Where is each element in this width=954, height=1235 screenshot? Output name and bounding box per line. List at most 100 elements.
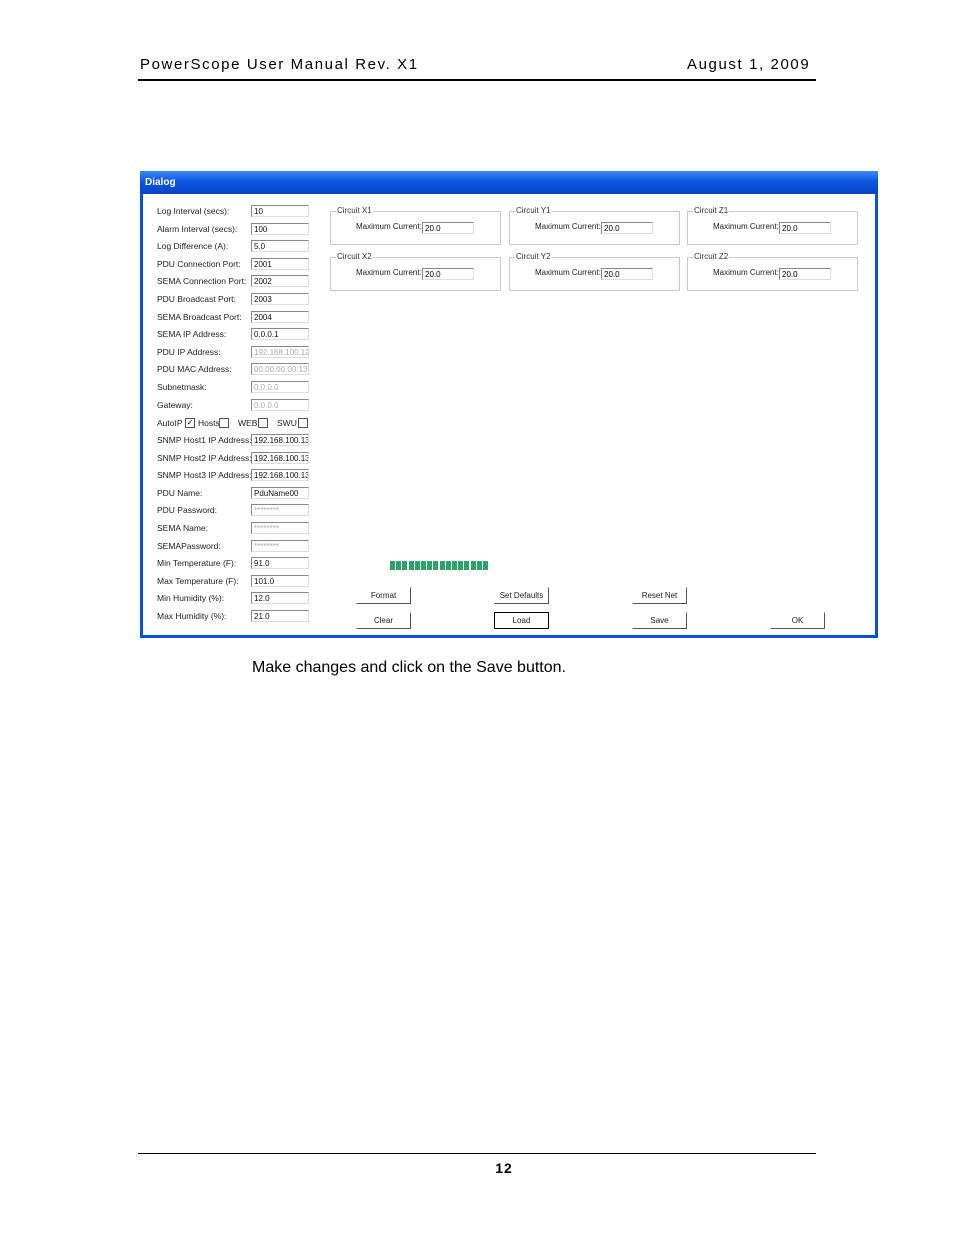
field-label: PDU Broadcast Port: [157, 294, 236, 304]
circuit-z2-title: Circuit Z2 [693, 252, 730, 261]
circuit-y1-title: Circuit Y1 [515, 206, 552, 215]
circuit-x2-title: Circuit X2 [336, 252, 373, 261]
hosts-checkbox[interactable] [219, 418, 229, 428]
swu-checkbox[interactable] [298, 418, 308, 428]
circuit-y2-title: Circuit Y2 [515, 252, 552, 261]
field-input[interactable]: 2003 [251, 293, 309, 305]
progress-block [458, 561, 464, 570]
reset-net-button[interactable]: Reset Net [632, 587, 687, 604]
circuit-x1-max-current-label: Maximum Current: [356, 222, 422, 231]
field-input[interactable]: 0.0.0.1 [251, 328, 309, 341]
field-input[interactable]: 2001 [251, 257, 309, 270]
field-label: SEMA IP Address: [157, 329, 227, 340]
field-label: PDU IP Address: [157, 346, 221, 357]
field-input[interactable]: 91.0 [251, 557, 309, 570]
progress-block [427, 561, 433, 570]
field-input[interactable]: 21.0 [251, 610, 309, 622]
progress-block [414, 561, 420, 570]
swu-label: SWU [277, 418, 297, 428]
progress-block [396, 561, 402, 570]
field-label: Log Interval (secs): [157, 206, 230, 216]
progress-block [452, 561, 457, 570]
circuit-y1-max-current-label: Maximum Current: [535, 222, 601, 231]
field-input[interactable]: 2002 [251, 275, 309, 288]
field-input[interactable]: 192.168.100.13 [251, 434, 309, 446]
circuit-x1-max-current-field[interactable]: 20.0 [422, 222, 474, 234]
header-title: PowerScope User Manual Rev. X1 [140, 56, 419, 73]
load-button[interactable]: Load [494, 612, 549, 629]
footer-rule [138, 1153, 816, 1154]
ok-button[interactable]: OK [770, 612, 825, 629]
set-defaults-button[interactable]: Set Defaults [494, 587, 549, 604]
progress-block [470, 561, 476, 570]
field-input[interactable]: 0.0.0.0 [251, 398, 309, 411]
field-label: PDU Connection Port: [157, 258, 241, 269]
circuit-x2-max-current-field[interactable]: 20.0 [422, 268, 474, 280]
field-label: SNMP Host3 IP Address: [157, 470, 252, 481]
progress-block [402, 561, 408, 570]
circuit-y2-max-current-label: Maximum Current: [535, 268, 601, 277]
field-label: Log Difference (A): [157, 241, 229, 252]
hosts-label: Hosts [198, 418, 220, 428]
field-input[interactable]: 12.0 [251, 592, 309, 605]
field-label: Max Humidity (%): [157, 611, 227, 621]
field-input[interactable]: ******** [251, 522, 309, 534]
field-input[interactable]: 101.0 [251, 574, 309, 587]
field-label: Subnetmask: [157, 382, 207, 392]
header-date: August 1, 2009 [687, 56, 811, 73]
field-label: SEMAPassword: [157, 540, 221, 551]
field-input[interactable]: 2004 [251, 310, 309, 323]
progress-block [421, 561, 426, 570]
progress-block [464, 561, 470, 570]
field-label: SNMP Host1 IP Address: [157, 435, 252, 445]
circuit-z2-max-current-label: Maximum Current: [713, 268, 779, 277]
field-input[interactable]: PduName00 [251, 486, 309, 499]
field-label: Alarm Interval (secs): [157, 223, 238, 234]
format-button[interactable]: Format [356, 587, 411, 604]
dialog-title-bar[interactable]: Dialog [140, 171, 878, 194]
field-label: SEMA Name: [157, 523, 209, 533]
progress-block [408, 561, 414, 570]
progress-block [390, 561, 395, 570]
field-input[interactable]: 10 [251, 205, 309, 217]
header-rule [138, 79, 816, 81]
field-input[interactable]: 0.0.0.0 [251, 381, 309, 393]
dialog-title: Dialog [145, 177, 176, 188]
autoip-checkbox[interactable]: ✓ [185, 418, 195, 428]
circuit-y1-max-current-field[interactable]: 20.0 [601, 222, 653, 234]
field-label: SEMA Broadcast Port: [157, 311, 242, 322]
clear-button[interactable]: Clear [356, 612, 411, 629]
circuit-y2-max-current-field[interactable]: 20.0 [601, 268, 653, 280]
field-label: Gateway: [157, 399, 193, 410]
save-button[interactable]: Save [632, 612, 687, 629]
progress-block [433, 561, 439, 570]
field-input[interactable]: 192.168.100.13 [251, 469, 309, 482]
page-number: 12 [495, 1160, 513, 1176]
circuit-z1-max-current-label: Maximum Current: [713, 222, 779, 231]
field-input[interactable]: 5.0 [251, 240, 309, 253]
circuit-y1-group: Circuit Y1 Maximum Current: 20.0 [509, 206, 680, 245]
field-input[interactable]: 192.168.100.12 [251, 345, 309, 358]
field-label: SNMP Host2 IP Address: [157, 452, 252, 463]
circuit-z1-group: Circuit Z1 Maximum Current: 20.0 [687, 206, 858, 245]
web-checkbox[interactable] [258, 418, 268, 428]
progress-block [476, 561, 482, 570]
field-input[interactable]: ******** [251, 539, 309, 552]
progress-block [483, 561, 488, 570]
web-label: WEB [238, 418, 258, 428]
field-input[interactable]: 00:00:00:00:13 [251, 363, 309, 376]
field-label: PDU MAC Address: [157, 364, 232, 375]
autoip-label: AutoIP [157, 418, 183, 428]
field-input[interactable]: ******** [251, 504, 309, 517]
circuit-x1-group: Circuit X1 Maximum Current: 20.0 [330, 206, 501, 245]
field-label: Min Temperature (F): [157, 558, 237, 569]
field-label: PDU Password: [157, 505, 217, 516]
circuit-z2-max-current-field[interactable]: 20.0 [779, 268, 831, 280]
field-label: Min Humidity (%): [157, 593, 225, 604]
circuit-z1-max-current-field[interactable]: 20.0 [779, 222, 831, 234]
circuit-x2-group: Circuit X2 Maximum Current: 20.0 [330, 252, 501, 291]
dialog-client-area: Log Interval (secs): 10 Alarm Interval (se… [143, 194, 875, 635]
field-input[interactable]: 192.168.100.13 [251, 451, 309, 464]
field-input[interactable]: 100 [251, 222, 309, 235]
circuit-y2-group: Circuit Y2 Maximum Current: 20.0 [509, 252, 680, 291]
